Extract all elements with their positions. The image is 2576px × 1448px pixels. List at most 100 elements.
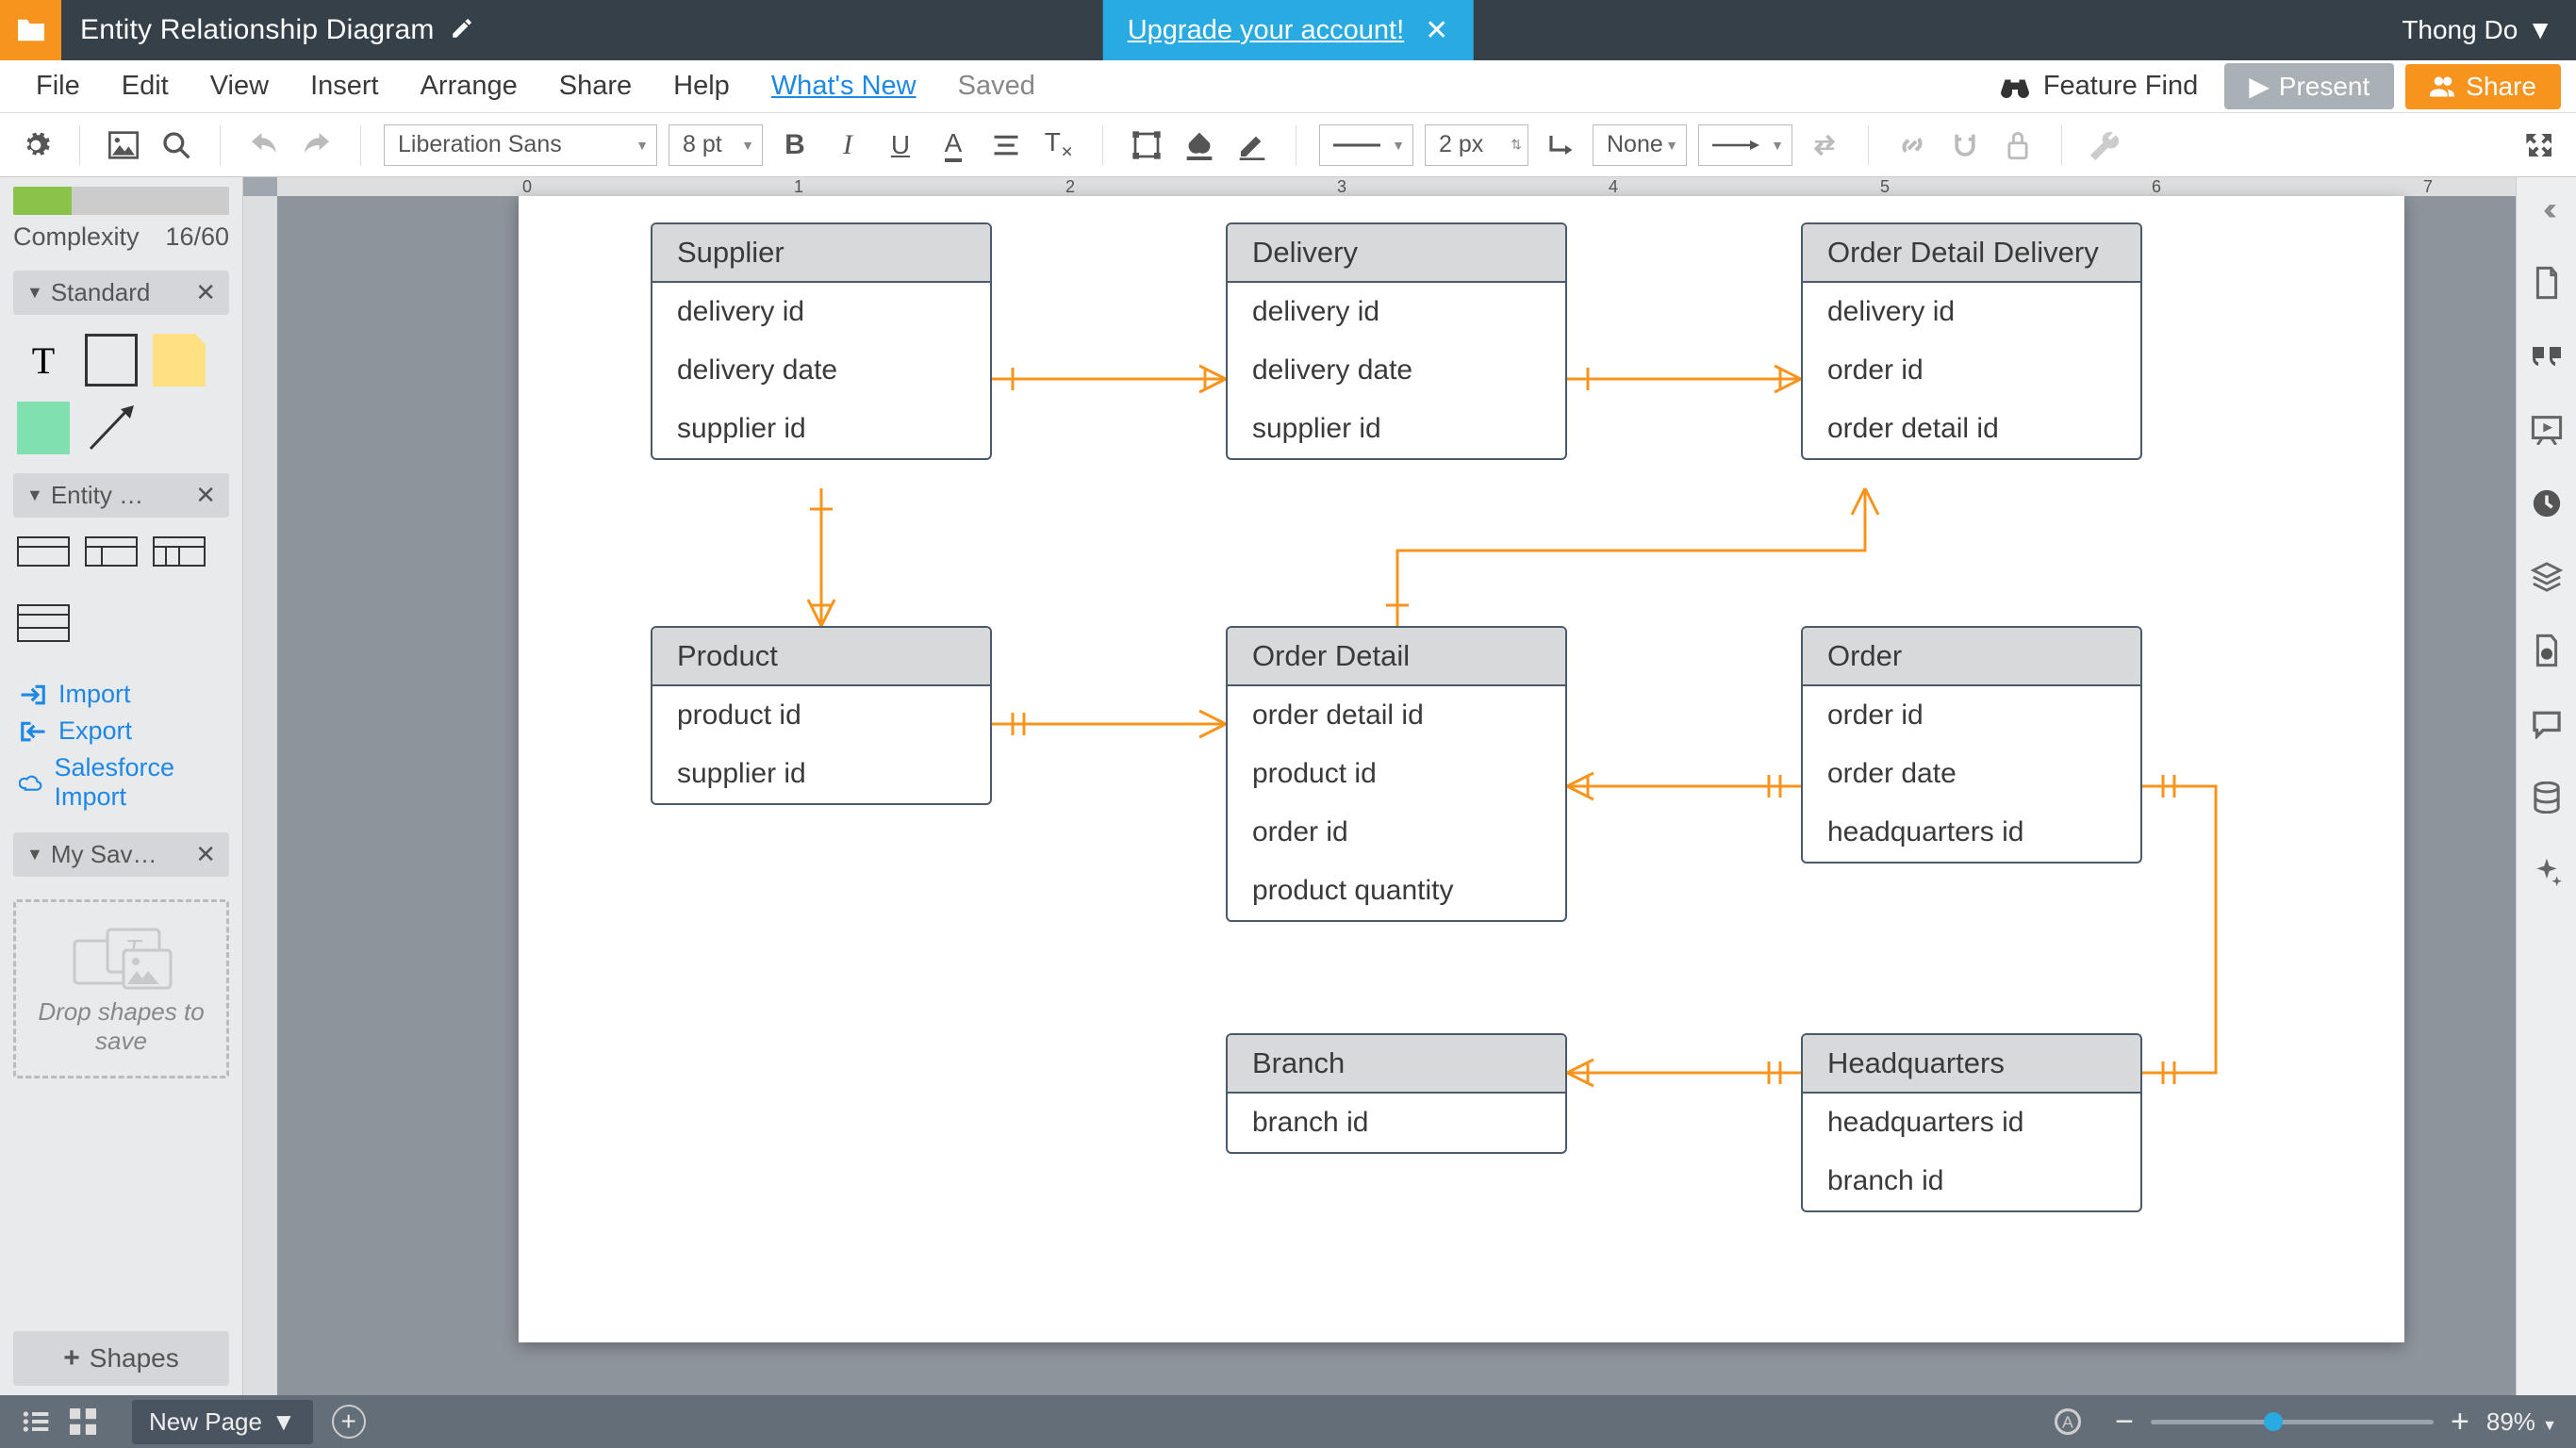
clear-format-icon[interactable]: T✕ bbox=[1038, 124, 1080, 166]
accordion-entity[interactable]: ▼ Entity … ✕ bbox=[13, 473, 229, 518]
entity-product[interactable]: Productproduct idsupplier id bbox=[651, 626, 992, 805]
entity-shape-3-icon[interactable] bbox=[153, 536, 206, 589]
menu-insert[interactable]: Insert bbox=[289, 71, 400, 102]
database-dock-icon[interactable] bbox=[2528, 779, 2566, 816]
menu-edit[interactable]: Edit bbox=[101, 71, 190, 102]
outline-view-icon[interactable] bbox=[19, 1405, 53, 1439]
wrench-icon[interactable] bbox=[2085, 124, 2126, 166]
sparkle-dock-icon[interactable] bbox=[2528, 852, 2566, 890]
magnet-icon[interactable] bbox=[1944, 124, 1986, 166]
entity-field[interactable]: order id bbox=[1803, 341, 2140, 400]
feature-find[interactable]: Feature Find bbox=[1998, 71, 2198, 102]
settings-icon[interactable] bbox=[15, 124, 57, 166]
saved-shapes-dropzone[interactable]: T Drop shapes to save bbox=[13, 899, 229, 1078]
document-title[interactable]: Entity Relationship Diagram bbox=[80, 14, 435, 46]
entity-field[interactable]: supplier id bbox=[1228, 400, 1565, 458]
folder-icon[interactable] bbox=[0, 0, 61, 60]
accordion-standard[interactable]: ▼ Standard ✕ bbox=[13, 271, 229, 315]
lock-icon[interactable] bbox=[1997, 124, 2039, 166]
entity-field[interactable]: product quantity bbox=[1228, 862, 1565, 920]
entity-field[interactable]: product id bbox=[1228, 745, 1565, 803]
page-selector[interactable]: New Page ▼ bbox=[132, 1400, 313, 1444]
entity-field[interactable]: order date bbox=[1803, 745, 2140, 803]
entity-branch[interactable]: Branchbranch id bbox=[1226, 1033, 1567, 1154]
note-shape-icon[interactable] bbox=[153, 334, 206, 387]
bold-icon[interactable]: B bbox=[774, 124, 816, 166]
share-button[interactable]: Share bbox=[2405, 64, 2561, 109]
entity-field[interactable]: supplier id bbox=[652, 400, 990, 458]
entity-header[interactable]: Headquarters bbox=[1803, 1035, 2140, 1094]
connector-style-icon[interactable] bbox=[1540, 124, 1581, 166]
comments-dock-icon[interactable] bbox=[2528, 705, 2566, 743]
entity-field[interactable]: supplier id bbox=[652, 745, 990, 803]
close-icon[interactable]: ✕ bbox=[195, 278, 216, 307]
quote-dock-icon[interactable] bbox=[2528, 337, 2566, 375]
font-select[interactable]: Liberation Sans▼ bbox=[384, 124, 657, 166]
entity-field[interactable]: delivery id bbox=[1228, 283, 1565, 341]
user-menu[interactable]: Thong Do ▼ bbox=[2402, 15, 2553, 45]
entity-header[interactable]: Delivery bbox=[1228, 224, 1565, 283]
zoom-out-icon[interactable]: − bbox=[2115, 1404, 2134, 1440]
entity-shape-4-icon[interactable] bbox=[17, 604, 70, 657]
autosave-icon[interactable]: A bbox=[2051, 1405, 2085, 1439]
search-icon[interactable] bbox=[156, 124, 197, 166]
add-page-button[interactable]: + bbox=[332, 1405, 366, 1439]
upgrade-text[interactable]: Upgrade your account! bbox=[1128, 15, 1404, 46]
close-icon[interactable]: ✕ bbox=[195, 840, 216, 869]
page-dock-icon[interactable] bbox=[2528, 264, 2566, 302]
entity-field[interactable]: order id bbox=[1228, 803, 1565, 862]
entity-field[interactable]: branch id bbox=[1228, 1094, 1565, 1152]
link-icon[interactable] bbox=[1891, 124, 1933, 166]
underline-icon[interactable]: U bbox=[880, 124, 921, 166]
arrow-shape-icon[interactable] bbox=[85, 402, 138, 454]
zoom-level[interactable]: 89% ▼ bbox=[2486, 1407, 2557, 1437]
entity-header[interactable]: Supplier bbox=[652, 224, 990, 283]
undo-icon[interactable] bbox=[243, 124, 285, 166]
line-color-icon[interactable] bbox=[1231, 124, 1273, 166]
collapse-dock-icon[interactable]: ‹‹ bbox=[2528, 190, 2566, 228]
end-style-select[interactable]: None▼ bbox=[1593, 124, 1687, 166]
entity-field[interactable]: headquarters id bbox=[1803, 803, 2140, 862]
grid-view-icon[interactable] bbox=[66, 1405, 100, 1439]
zoom-thumb[interactable] bbox=[2264, 1412, 2283, 1431]
fill-color-icon[interactable] bbox=[1179, 124, 1220, 166]
menu-share[interactable]: Share bbox=[538, 71, 652, 102]
entity-header[interactable]: Branch bbox=[1228, 1035, 1565, 1094]
accordion-saved[interactable]: ▼ My Sav… ✕ bbox=[13, 832, 229, 877]
menu-whats-new[interactable]: What's New bbox=[751, 71, 937, 102]
menu-help[interactable]: Help bbox=[652, 71, 751, 102]
entity-field[interactable]: delivery id bbox=[1803, 283, 2140, 341]
entity-supplier[interactable]: Supplierdelivery iddelivery datesupplier… bbox=[651, 222, 992, 460]
import-link[interactable]: Import bbox=[13, 676, 229, 713]
entity-header[interactable]: Order Detail bbox=[1228, 628, 1565, 686]
entity-field[interactable]: order id bbox=[1803, 686, 2140, 745]
entity-order[interactable]: Orderorder idorder dateheadquarters id bbox=[1801, 626, 2142, 864]
line-style-select[interactable]: ▼ bbox=[1319, 124, 1413, 166]
entity-header[interactable]: Product bbox=[652, 628, 990, 686]
entity-shape-2-icon[interactable] bbox=[85, 536, 138, 589]
swap-ends-icon[interactable] bbox=[1804, 124, 1845, 166]
align-icon[interactable] bbox=[985, 124, 1027, 166]
italic-icon[interactable]: I bbox=[827, 124, 868, 166]
rect-shape-icon[interactable] bbox=[85, 334, 138, 387]
close-icon[interactable]: ✕ bbox=[1425, 14, 1448, 47]
text-color-icon[interactable]: A bbox=[933, 124, 974, 166]
entity-field[interactable]: headquarters id bbox=[1803, 1094, 2140, 1152]
presentation-dock-icon[interactable] bbox=[2528, 411, 2566, 449]
menu-file[interactable]: File bbox=[15, 71, 101, 102]
entity-field[interactable]: order detail id bbox=[1803, 400, 2140, 458]
entity-field[interactable]: order detail id bbox=[1228, 686, 1565, 745]
shape-group-icon[interactable] bbox=[1126, 124, 1167, 166]
layers-dock-icon[interactable] bbox=[2528, 558, 2566, 596]
rename-icon[interactable] bbox=[450, 16, 474, 45]
entity-header[interactable]: Order bbox=[1803, 628, 2140, 686]
hotspot-shape-icon[interactable] bbox=[17, 402, 70, 454]
shapes-button[interactable]: + Shapes bbox=[13, 1331, 229, 1386]
upgrade-banner[interactable]: Upgrade your account! ✕ bbox=[1103, 0, 1474, 60]
export-link[interactable]: Export bbox=[13, 713, 229, 749]
entity-field[interactable]: product id bbox=[652, 686, 990, 745]
entity-field[interactable]: delivery id bbox=[652, 283, 990, 341]
text-shape-icon[interactable]: T bbox=[17, 334, 70, 387]
zoom-in-icon[interactable]: + bbox=[2451, 1404, 2469, 1440]
menu-arrange[interactable]: Arrange bbox=[400, 71, 538, 102]
